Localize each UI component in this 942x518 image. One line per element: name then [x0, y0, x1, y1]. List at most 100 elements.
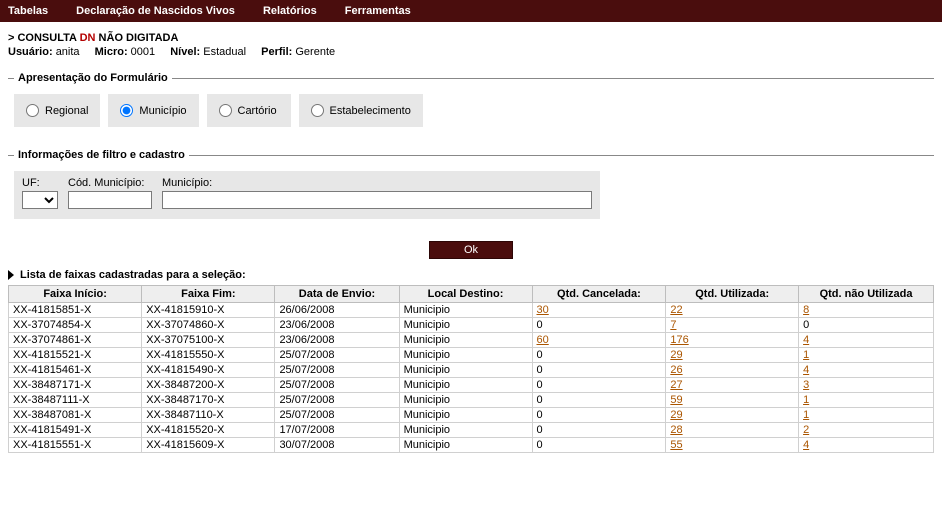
count-link[interactable]: 2 — [803, 424, 809, 436]
menu-ferramentas[interactable]: Ferramentas — [345, 5, 411, 17]
count-link[interactable]: 8 — [803, 304, 809, 316]
count-link[interactable]: 30 — [537, 304, 549, 316]
title-suffix: NÃO DIGITADA — [96, 32, 179, 44]
table-cell: 7 — [666, 318, 799, 333]
count-link[interactable]: 1 — [803, 349, 809, 361]
mun-input[interactable] — [162, 191, 592, 209]
table-cell: 27 — [666, 378, 799, 393]
table-cell: 26 — [666, 363, 799, 378]
uf-select[interactable] — [22, 191, 58, 209]
micro-value: 0001 — [131, 46, 155, 58]
count-link[interactable]: 4 — [803, 364, 809, 376]
codmun-label: Cód. Município: — [68, 177, 152, 189]
table-cell: XX-38487171-X — [9, 378, 142, 393]
table-cell: 3 — [799, 378, 934, 393]
radio-regional[interactable] — [26, 104, 39, 117]
table-cell: 1 — [799, 393, 934, 408]
count-link[interactable]: 60 — [537, 334, 549, 346]
menu-tabelas[interactable]: Tabelas — [8, 5, 48, 17]
radio-municipio[interactable] — [120, 104, 133, 117]
count-link[interactable]: 29 — [670, 409, 682, 421]
table-row: XX-37074854-XXX-37074860-X23/06/2008Muni… — [9, 318, 934, 333]
menu-relatorios[interactable]: Relatórios — [263, 5, 317, 17]
table-cell: XX-41815851-X — [9, 303, 142, 318]
col-cancel: Qtd. Cancelada: — [532, 286, 666, 303]
table-cell: 26/06/2008 — [275, 303, 399, 318]
count-link[interactable]: 4 — [803, 334, 809, 346]
micro-label: Micro: — [95, 46, 128, 58]
count-link[interactable]: 1 — [803, 394, 809, 406]
table-cell: XX-37074854-X — [9, 318, 142, 333]
count-link[interactable]: 29 — [670, 349, 682, 361]
table-cell: Municipio — [399, 348, 532, 363]
count-link[interactable]: 59 — [670, 394, 682, 406]
table-cell: 1 — [799, 348, 934, 363]
table-cell: XX-38487110-X — [142, 408, 275, 423]
table-cell: XX-38487111-X — [9, 393, 142, 408]
col-util: Qtd. Utilizada: — [666, 286, 799, 303]
table-cell: Municipio — [399, 438, 532, 453]
ok-button[interactable]: Ok — [429, 241, 513, 259]
count-link[interactable]: 7 — [670, 319, 676, 331]
table-cell: 29 — [666, 408, 799, 423]
table-cell: 17/07/2008 — [275, 423, 399, 438]
radio-cartorio-box[interactable]: Cartório — [207, 94, 291, 127]
count-link[interactable]: 27 — [670, 379, 682, 391]
table-row: XX-37074861-XXX-37075100-X23/06/2008Muni… — [9, 333, 934, 348]
col-faixa-fim: Faixa Fim: — [142, 286, 275, 303]
uf-label: UF: — [22, 177, 58, 189]
count-link[interactable]: 28 — [670, 424, 682, 436]
count-link[interactable]: 55 — [670, 439, 682, 451]
radio-regional-box[interactable]: Regional — [14, 94, 100, 127]
table-cell: XX-41815521-X — [9, 348, 142, 363]
table-cell: 0 — [532, 318, 666, 333]
col-local: Local Destino: — [399, 286, 532, 303]
table-cell: XX-41815491-X — [9, 423, 142, 438]
codmun-input[interactable] — [68, 191, 152, 209]
table-cell: 0 — [532, 348, 666, 363]
table-cell: XX-41815609-X — [142, 438, 275, 453]
table-cell: 176 — [666, 333, 799, 348]
radio-municipio-label: Município — [139, 105, 186, 117]
count-link[interactable]: 26 — [670, 364, 682, 376]
list-header: Lista de faixas cadastradas para a seleç… — [8, 269, 934, 281]
table-cell: 0 — [532, 363, 666, 378]
faixas-table: Faixa Início: Faixa Fim: Data de Envio: … — [8, 285, 934, 453]
radio-estabelecimento-box[interactable]: Estabelecimento — [299, 94, 423, 127]
table-cell: 23/06/2008 — [275, 333, 399, 348]
table-cell: 0 — [532, 408, 666, 423]
title-dn: DN — [80, 32, 96, 44]
table-row: XX-41815461-XXX-41815490-X25/07/2008Muni… — [9, 363, 934, 378]
table-row: XX-41815491-XXX-41815520-X17/07/2008Muni… — [9, 423, 934, 438]
table-cell: 25/07/2008 — [275, 393, 399, 408]
apresentacao-fieldset: Apresentação do Formulário Regional Muni… — [8, 72, 934, 135]
nivel-value: Estadual — [203, 46, 246, 58]
table-cell: 4 — [799, 363, 934, 378]
table-cell: 25/07/2008 — [275, 363, 399, 378]
table-cell: Municipio — [399, 393, 532, 408]
table-cell: 0 — [532, 438, 666, 453]
table-row: XX-38487171-XXX-38487200-X25/07/2008Muni… — [9, 378, 934, 393]
count-link[interactable]: 3 — [803, 379, 809, 391]
table-cell: XX-41815550-X — [142, 348, 275, 363]
radio-estabelecimento[interactable] — [311, 104, 324, 117]
col-naoutil: Qtd. não Utilizada — [799, 286, 934, 303]
radio-cartorio[interactable] — [219, 104, 232, 117]
mun-label: Município: — [162, 177, 592, 189]
table-cell: 55 — [666, 438, 799, 453]
menubar: Tabelas Declaração de Nascidos Vivos Rel… — [0, 0, 942, 22]
count-link[interactable]: 1 — [803, 409, 809, 421]
table-cell: Municipio — [399, 408, 532, 423]
menu-declaracao[interactable]: Declaração de Nascidos Vivos — [76, 5, 235, 17]
title-prefix: > CONSULTA — [8, 32, 80, 44]
table-cell: XX-41815910-X — [142, 303, 275, 318]
count-link[interactable]: 22 — [670, 304, 682, 316]
count-link[interactable]: 4 — [803, 439, 809, 451]
table-row: XX-38487111-XXX-38487170-X25/07/2008Muni… — [9, 393, 934, 408]
count-link[interactable]: 176 — [670, 334, 688, 346]
radio-municipio-box[interactable]: Município — [108, 94, 198, 127]
table-cell: XX-41815520-X — [142, 423, 275, 438]
table-cell: 29 — [666, 348, 799, 363]
table-cell: XX-37074861-X — [9, 333, 142, 348]
table-cell: 60 — [532, 333, 666, 348]
